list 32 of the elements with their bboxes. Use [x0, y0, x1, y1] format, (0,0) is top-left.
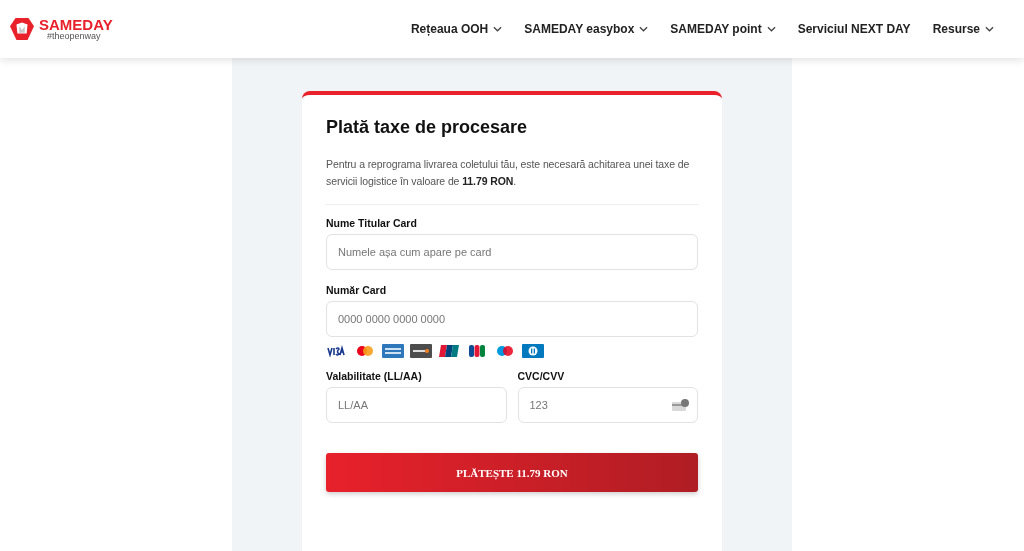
input-field[interactable]: LL/AA	[326, 387, 507, 423]
input-field[interactable]: Numele așa cum apare pe card	[326, 234, 698, 270]
input-field[interactable]: 123	[517, 387, 698, 423]
field-label: Nume Titular Card	[326, 217, 418, 229]
chevron-down-icon	[766, 26, 776, 32]
card-brand-icon	[466, 344, 488, 358]
card-brand-icon	[438, 344, 460, 358]
input-field[interactable]: 0000 0000 0000 0000	[326, 301, 698, 337]
card-brand-icon	[494, 345, 516, 357]
nav-link[interactable]: SAMEDAY easybox	[524, 22, 649, 36]
logo-tagline: #theopenway	[46, 32, 102, 41]
form-title: Plată taxe de procesare	[326, 117, 529, 138]
logo-name[interactable]: SAMEDAY	[39, 17, 113, 32]
intro-text: Pentru a reprograma livrarea coletului tău, este necesară achitarea unei taxe de servicii logistice în valoare de 11.79 RON.	[326, 157, 691, 189]
pay-button[interactable]: PLĂTEȘTE 11.79 RON	[326, 453, 698, 492]
field-label: Valabilitate (LL/AA)	[326, 370, 423, 382]
field-label: CVC/CVV	[517, 370, 566, 382]
field-label: Număr Card	[326, 284, 388, 296]
nav-link[interactable]: Serviciul NEXT DAY	[797, 22, 911, 36]
nav-link[interactable]: SAMEDAY point	[670, 22, 776, 36]
logo-icon[interactable]	[9, 17, 35, 41]
card-brand-icon	[354, 345, 376, 357]
nav-link[interactable]: Rețeaua OOH	[410, 22, 503, 36]
card-brand-icon	[522, 344, 544, 358]
chevron-down-icon	[493, 26, 503, 32]
card-back-icon	[672, 399, 690, 411]
card-brand-icon	[410, 344, 432, 358]
chevron-down-icon	[639, 26, 649, 32]
nav-link[interactable]: Resurse	[932, 22, 994, 36]
chevron-down-icon	[985, 26, 994, 32]
card-brand-icon	[382, 344, 404, 358]
card-brand-icon	[326, 345, 348, 357]
